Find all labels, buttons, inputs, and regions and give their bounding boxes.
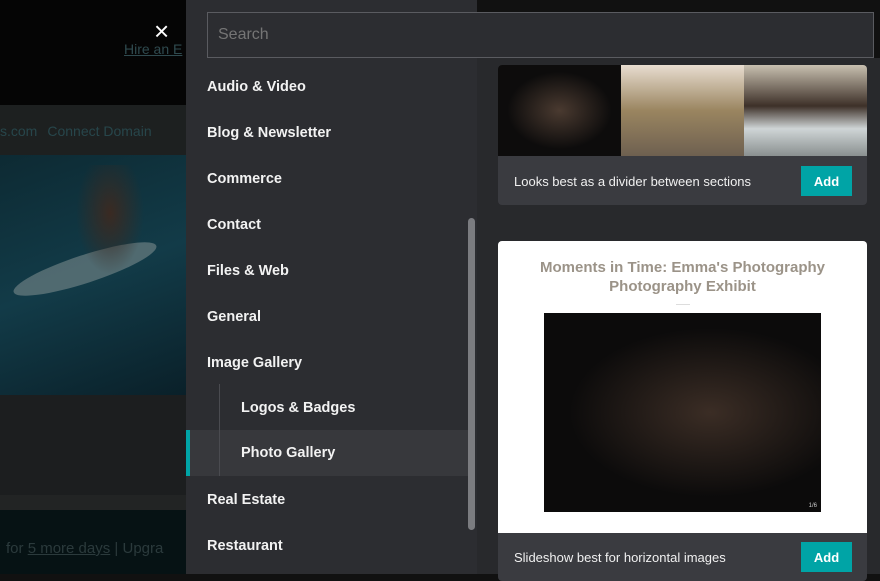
sidebar-item-commerce[interactable]: Commerce — [186, 156, 468, 202]
dancer-image — [498, 65, 621, 156]
background-section — [0, 395, 186, 495]
sidebar-item-restaurant[interactable]: Restaurant — [186, 523, 468, 569]
search-input[interactable] — [207, 12, 874, 58]
sidebar-item-files-web[interactable]: Files & Web — [186, 248, 468, 294]
sidebar-item-general[interactable]: General — [186, 294, 468, 340]
preview-title: Moments in Time: Emma's Photography Phot… — [540, 259, 825, 295]
background-surfer-image — [0, 155, 186, 395]
sidebar-item-real-estate[interactable]: Real Estate — [186, 477, 468, 523]
sidebar-item-photo-gallery[interactable]: Photo Gallery — [186, 430, 468, 476]
background-nav: s.com Connect Domain — [0, 105, 186, 155]
close-icon[interactable]: × — [154, 18, 176, 44]
add-button[interactable]: Add — [801, 542, 852, 572]
sidebar-item-image-gallery[interactable]: Image Gallery — [186, 340, 468, 386]
slide-counter: 1/6 — [808, 503, 817, 509]
sidebar-item-logos-badges[interactable]: Logos & Badges — [186, 385, 468, 431]
upgrade-link: Upgra — [122, 540, 164, 557]
section-list: Looks best as a divider between sections… — [477, 58, 880, 581]
background-page: Hire an E s.com Connect Domain for 5 more… — [0, 0, 186, 574]
category-sidebar: Audio & Video Blog & Newsletter Commerce… — [186, 0, 477, 574]
sidebar-item-audio-video[interactable]: Audio & Video — [186, 64, 468, 110]
card-description: Slideshow best for horizontal images — [514, 549, 726, 565]
gallery-strip-preview — [498, 65, 867, 156]
section-card[interactable]: Looks best as a divider between sections… — [498, 65, 867, 205]
section-card[interactable]: Moments in Time: Emma's Photography Phot… — [498, 241, 867, 581]
separator: | — [114, 540, 119, 557]
sea-rocks-image — [744, 65, 867, 156]
trial-banner: for 5 more days | Upgra — [0, 510, 186, 574]
great-wall-image — [621, 65, 744, 156]
dancer-image: 1/6 — [544, 313, 821, 512]
add-button[interactable]: Add — [801, 166, 852, 196]
domain-text: s.com — [0, 123, 38, 139]
sidebar-scrollbar[interactable] — [468, 218, 475, 530]
trial-text: for — [6, 540, 24, 557]
background-divider — [0, 495, 186, 510]
connect-domain-link: Connect Domain — [47, 123, 152, 139]
slideshow-preview: Moments in Time: Emma's Photography Phot… — [498, 241, 867, 533]
card-description: Looks best as a divider between sections — [514, 173, 752, 189]
sidebar-item-contact[interactable]: Contact — [186, 202, 468, 248]
sidebar-item-blog-newsletter[interactable]: Blog & Newsletter — [186, 110, 468, 156]
subcategory-line — [219, 384, 220, 476]
title-divider — [675, 304, 690, 305]
trial-days-link: 5 more days — [27, 540, 111, 557]
